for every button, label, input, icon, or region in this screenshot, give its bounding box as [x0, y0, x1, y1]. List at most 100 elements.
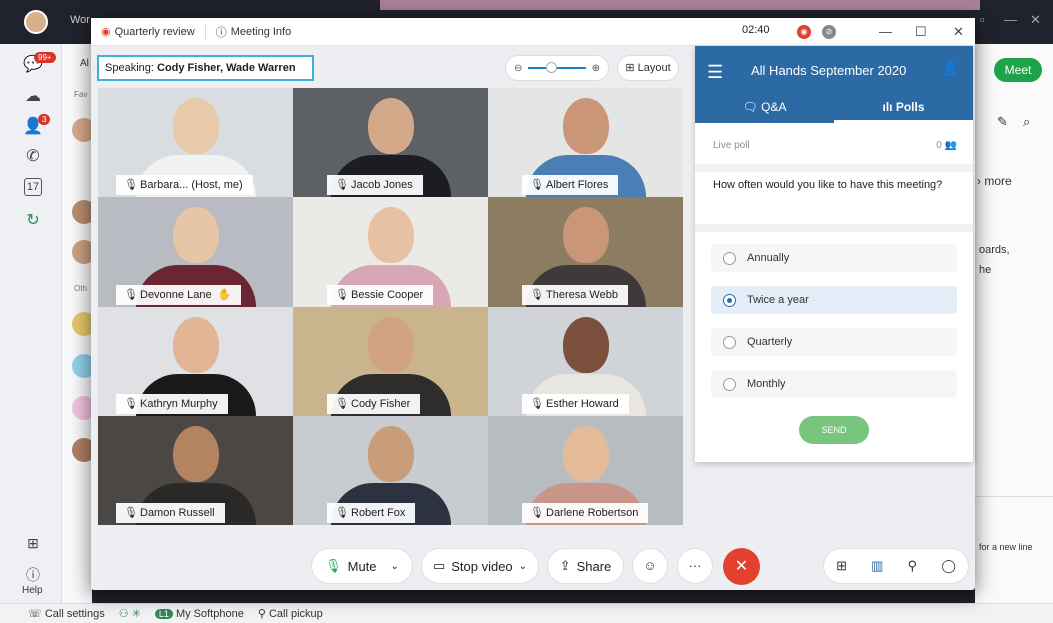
zoom-in-icon[interactable]: ⊕: [592, 63, 600, 74]
help-label[interactable]: Help: [22, 585, 43, 596]
participant-tile[interactable]: 🎙 Esther Howard: [488, 307, 683, 416]
share-icon: ⇪: [559, 558, 571, 573]
layout-icon: ⊞: [625, 62, 638, 74]
softphone-badge: L1: [154, 608, 173, 619]
participant-name: Darlene Robertson: [546, 507, 639, 519]
meetings-icon[interactable]: ☁: [22, 86, 44, 108]
poll-option[interactable]: Annually: [711, 244, 957, 272]
layout-button[interactable]: ⊞ Layout: [617, 55, 679, 81]
stop-video-button[interactable]: ▭ Stop video ⌄: [421, 548, 539, 584]
apps-grid-icon[interactable]: ⊞: [22, 532, 44, 554]
participant-tile[interactable]: 🎙 Albert Flores: [488, 88, 683, 197]
compose-icon[interactable]: ✎: [997, 114, 1008, 130]
participant-tile[interactable]: 🎙 Bessie Cooper: [293, 197, 488, 307]
leave-meeting-button[interactable]: ✕: [723, 548, 760, 585]
zoom-out-icon[interactable]: ⊖: [514, 63, 522, 74]
status-bar: ☏ Call settings ⚇ ✳ L1 My Softphone ⚲ Ca…: [0, 603, 1053, 623]
participant-tile[interactable]: 🎙 Barbara... (Host, me): [98, 88, 293, 197]
calendar-icon[interactable]: 17: [24, 178, 42, 196]
participant-tile[interactable]: 🎙 Devonne Lane ✋: [98, 197, 293, 307]
speaking-names: Cody Fisher, Wade Warren: [157, 62, 296, 74]
participant-tile[interactable]: 🎙 Kathryn Murphy: [98, 307, 293, 416]
profile-avatar[interactable]: [24, 10, 48, 34]
tab-polls[interactable]: ılı Polls: [834, 94, 973, 123]
polls-bar-chart-icon[interactable]: ▥: [871, 558, 883, 574]
minimize-icon[interactable]: —: [879, 24, 892, 39]
list-tab-all[interactable]: Al: [80, 58, 89, 69]
radio-button[interactable]: [723, 336, 736, 349]
radio-button[interactable]: [723, 294, 736, 307]
participant-tile[interactable]: 🎙 Theresa Webb: [488, 197, 683, 307]
poll-question: How often would you like to have this me…: [713, 179, 943, 191]
poll-option[interactable]: Monthly: [711, 370, 957, 398]
bg-minimize-icon[interactable]: —: [1004, 12, 1017, 27]
hamburger-menu-icon[interactable]: ☰: [707, 62, 723, 83]
search-icon[interactable]: ⌕: [1023, 114, 1030, 130]
poll-option-label: Quarterly: [747, 336, 793, 348]
chat-bubble-icon[interactable]: ◯: [941, 558, 956, 574]
tab-quarterly-review[interactable]: ◉ Quarterly review: [91, 25, 205, 39]
encryption-icon[interactable]: ⊘: [822, 25, 836, 39]
zoom-thumb[interactable]: [546, 62, 558, 73]
zoom-track[interactable]: [528, 62, 586, 73]
chevron-down-icon[interactable]: ⌄: [391, 561, 399, 572]
bg-close-icon[interactable]: ✕: [1030, 12, 1041, 28]
participant-tile[interactable]: 🎙 Robert Fox: [293, 416, 488, 525]
polls-panel-header: ☰ All Hands September 2020 👤 🗨 Q&A ılı P…: [695, 46, 973, 123]
refresh-icon[interactable]: ↻: [22, 210, 44, 232]
participant-tile[interactable]: 🎙 Damon Russell: [98, 416, 293, 525]
help-icon[interactable]: ⓘ: [22, 564, 44, 586]
polls-panel: ☰ All Hands September 2020 👤 🗨 Q&A ılı P…: [695, 46, 973, 462]
poll-option[interactable]: Quarterly: [711, 328, 957, 356]
tab-meeting-info[interactable]: ⓘ Meeting Info: [206, 24, 302, 40]
participants-icon[interactable]: ⚲: [908, 558, 918, 574]
poll-option-label: Annually: [747, 252, 790, 264]
close-icon[interactable]: ✕: [953, 24, 964, 40]
share-button[interactable]: ⇪ Share: [547, 548, 624, 584]
participant-name: Barbara... (Host, me): [140, 179, 243, 191]
maximize-icon[interactable]: ☐: [915, 24, 927, 40]
more-options-button[interactable]: ···: [677, 548, 713, 584]
softphone-item[interactable]: L1 My Softphone: [154, 607, 244, 620]
meet-button[interactable]: Meet: [994, 58, 1042, 82]
chevron-down-icon[interactable]: ⌄: [519, 561, 527, 572]
softphone-label: My Softphone: [175, 607, 244, 620]
participant-tile[interactable]: 🎙 Darlene Robertson: [488, 416, 683, 525]
mute-label: Mute: [347, 558, 377, 574]
call-pickup-item[interactable]: ⚲ Call pickup: [258, 607, 323, 620]
call-settings-item[interactable]: ☏ Call settings: [28, 607, 105, 620]
apps-grid-icon[interactable]: ⊞: [836, 558, 847, 574]
participant-name: Damon Russell: [140, 507, 215, 519]
reactions-button[interactable]: ☺: [632, 548, 668, 584]
tab-qa[interactable]: 🗨 Q&A: [695, 94, 834, 123]
participant-video: [172, 317, 219, 373]
user-icon[interactable]: 👤: [942, 60, 959, 77]
raised-hand-icon: ✋: [217, 289, 232, 301]
phone-icon[interactable]: ✆: [22, 146, 44, 168]
radio-button[interactable]: [723, 252, 736, 265]
poll-option[interactable]: Twice a year: [711, 286, 957, 314]
meeting-timer: 02:40: [742, 24, 770, 36]
send-button[interactable]: SEND: [799, 416, 869, 444]
radio-button[interactable]: [723, 378, 736, 391]
polls-bar-chart-icon: ılı: [882, 100, 896, 114]
participant-tile[interactable]: 🎙 Jacob Jones: [293, 88, 488, 197]
participant-video: [562, 426, 609, 482]
participant-tile[interactable]: 🎙 Cody Fisher: [293, 307, 488, 416]
recording-icon[interactable]: ◉: [797, 25, 811, 39]
tab-polls-label: Polls: [895, 100, 925, 114]
zoom-slider[interactable]: ⊖ ⊕: [505, 55, 609, 81]
background-app-title: Wor: [70, 14, 90, 26]
participant-name: Kathryn Murphy: [140, 398, 218, 410]
panel-tabs: 🗨 Q&A ılı Polls: [695, 94, 973, 123]
background-right-pane: ✎ ⌕ › more oards, he for a new line: [975, 44, 1053, 604]
share-label: Share: [576, 558, 612, 574]
background-text: › more: [977, 174, 1012, 188]
participant-name: Theresa Webb: [546, 289, 618, 301]
background-text: oards,: [979, 244, 1010, 256]
participant-name: Jacob Jones: [351, 179, 413, 191]
participant-video: [172, 207, 219, 263]
bg-maximize-icon[interactable]: ▫: [980, 12, 985, 27]
mute-button[interactable]: 🎙 Mute ⌄: [311, 548, 413, 584]
participant-video: [562, 98, 609, 154]
